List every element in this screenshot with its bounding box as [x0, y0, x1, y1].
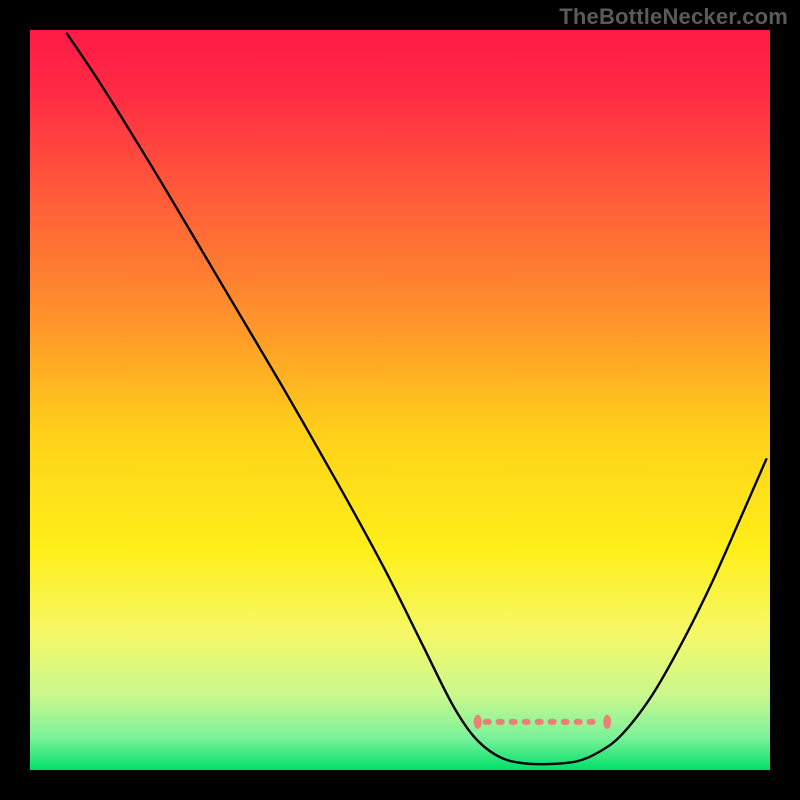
gradient-background	[30, 30, 770, 770]
chart-container: TheBottleNecker.com	[0, 0, 800, 800]
bottleneck-curve-chart	[0, 0, 800, 800]
watermark-text: TheBottleNecker.com	[559, 4, 788, 30]
